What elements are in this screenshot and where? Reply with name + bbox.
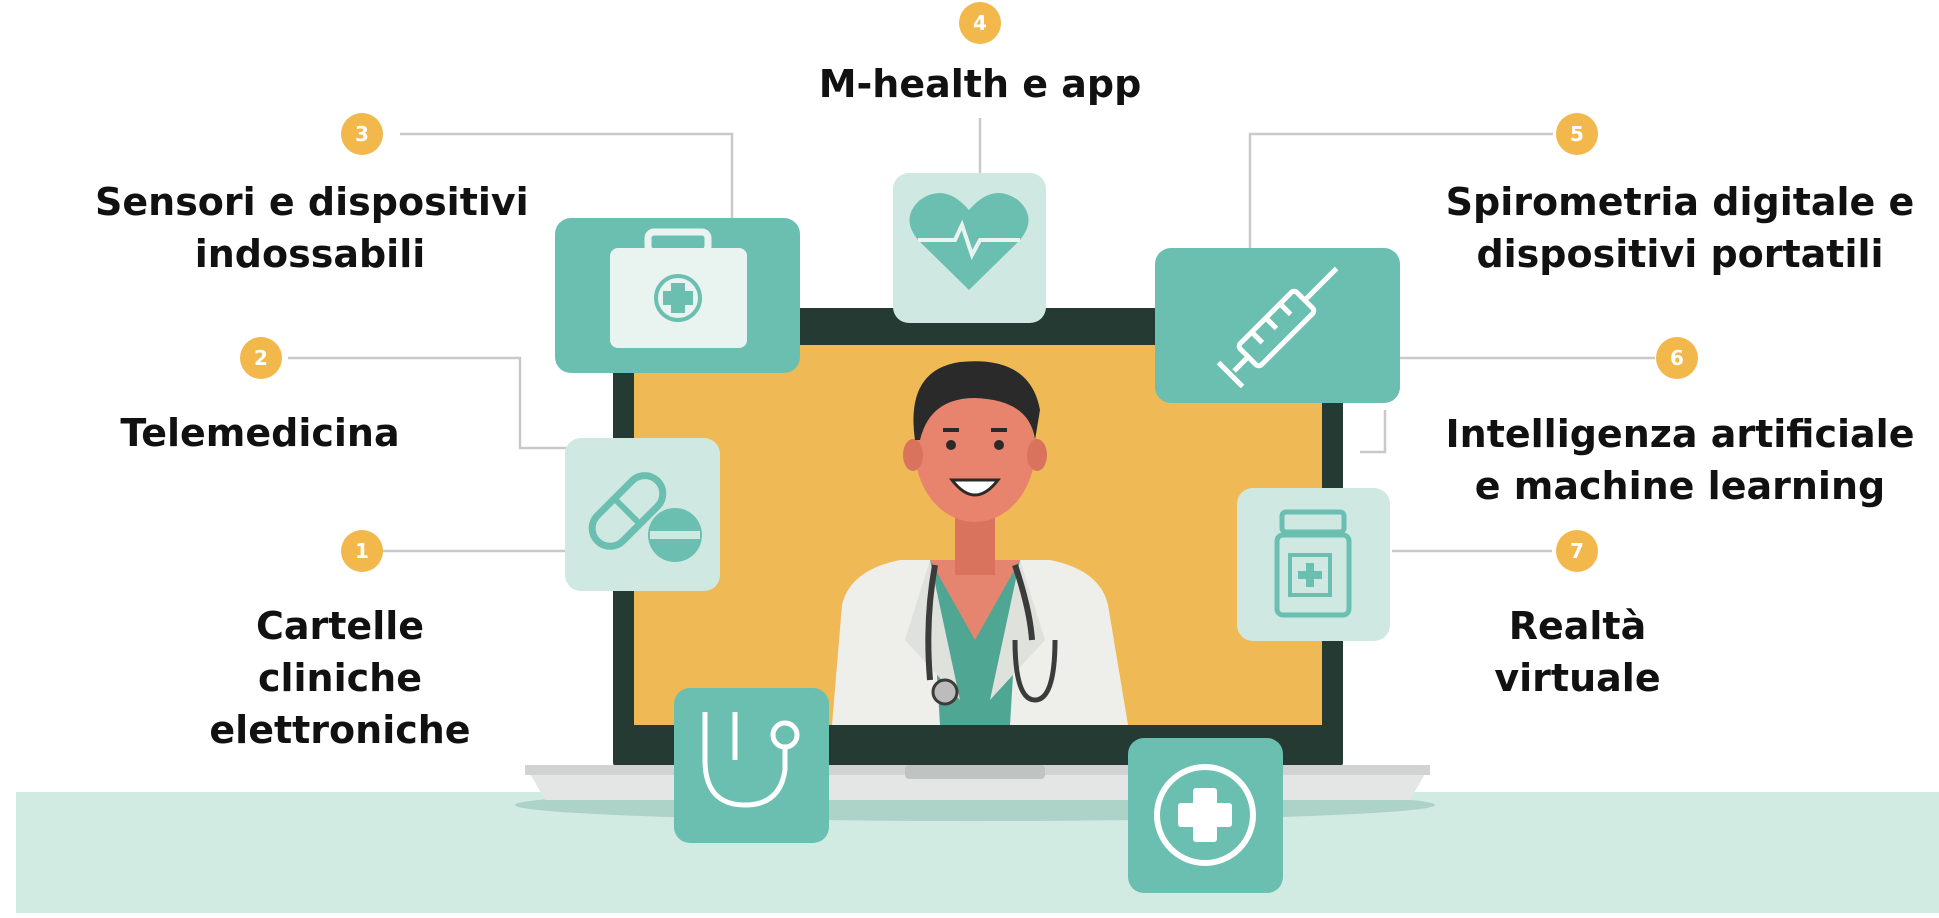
medical-cross-icon [1128,738,1283,893]
label-sensori-dispositivi: Sensori e dispositivi indossabili [95,176,529,280]
badge-number: 3 [355,122,369,146]
label-line: Sensori e dispositivi [95,180,529,224]
badge-6: 6 [1656,337,1698,379]
badge-1: 1 [341,530,383,572]
stethoscope-icon [674,688,829,843]
label-realta-virtuale: Realtà virtuale [1440,600,1715,704]
badge-number: 2 [254,346,268,370]
label-cartelle-cliniche-elettroniche: Cartelle cliniche elettroniche [190,600,490,756]
label-line: dispositivi portatili [1476,232,1884,276]
label-line: elettroniche [209,708,471,752]
label-line: M-health e app [818,62,1142,106]
connector-6b [1360,410,1387,454]
badge-number: 7 [1570,539,1584,563]
heart-rate-icon [893,173,1046,323]
label-line: Intelligenza artificiale [1445,412,1915,456]
label-line: Cartelle [255,604,425,648]
label-line: Realtà [1508,604,1647,648]
first-aid-kit-icon [555,218,800,373]
badge-number: 5 [1570,122,1584,146]
badge-7: 7 [1556,530,1598,572]
label-telemedicina: Telemedicina [100,407,420,459]
label-line: virtuale [1494,656,1661,700]
badge-number: 4 [973,11,987,35]
pills-icon [565,438,720,591]
label-line: Spirometria digitale e [1445,180,1915,224]
badge-number: 1 [355,539,369,563]
badge-5: 5 [1556,113,1598,155]
badge-number: 6 [1670,346,1684,370]
label-line: cliniche [257,656,422,700]
label-line: e machine learning [1474,464,1886,508]
label-m-health: M-health e app [780,58,1180,110]
label-line: indossabili [194,232,426,276]
badge-3: 3 [341,113,383,155]
badge-4: 4 [959,2,1001,44]
label-spirometria: Spirometria digitale e dispositivi porta… [1440,176,1920,280]
label-intelligenza-artificiale: Intelligenza artificiale e machine learn… [1440,408,1920,512]
badge-2: 2 [240,337,282,379]
infographic: 1 2 3 4 5 6 7 Cartelle cliniche elettron… [0,0,1939,913]
syringe-icon [1155,248,1400,403]
label-line: Telemedicina [120,411,400,455]
medicine-bottle-icon [1237,488,1390,641]
